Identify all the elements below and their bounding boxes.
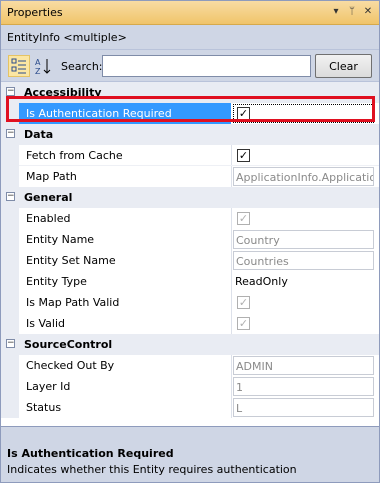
property-row-entity-type[interactable]: Entity Type ReadOnly [1,271,379,292]
property-name: Is Map Path Valid [26,296,120,309]
column-divider [231,250,232,271]
property-row-is-authentication-required[interactable]: Is Authentication Required ✓ [1,103,379,124]
column-divider [231,376,232,397]
property-grid: − Accessibility Is Authentication Requir… [1,81,379,426]
column-divider [231,229,232,250]
property-name: Checked Out By [26,359,115,372]
category-label: Data [24,128,54,141]
checkbox: ✓ [237,296,250,309]
property-row-map-path[interactable]: Map Path ApplicationInfo.Applicatio [1,166,379,187]
property-row-status[interactable]: Status L [1,397,379,418]
column-divider [231,271,232,292]
column-divider [231,313,232,334]
property-row-checked-out-by[interactable]: Checked Out By ADMIN [1,355,379,376]
property-value: ADMIN [233,356,374,375]
category-accessibility[interactable]: − Accessibility [1,82,379,103]
title-bar: Properties ▾ ᛘ ✕ [1,1,379,25]
collapse-icon[interactable]: − [6,339,15,348]
alphabetical-view-button[interactable]: A Z [32,55,54,77]
object-selector[interactable]: EntityInfo <multiple> [1,25,379,49]
collapse-icon[interactable]: − [6,192,15,201]
row-gutter [1,397,19,418]
close-icon[interactable]: ✕ [361,5,375,19]
row-gutter [1,376,19,397]
property-row-enabled[interactable]: Enabled ✓ [1,208,379,229]
property-name: Layer Id [26,380,71,393]
search-input[interactable] [102,55,311,77]
collapse-icon[interactable]: − [6,129,15,138]
row-gutter [1,271,19,292]
row-gutter [1,208,19,229]
property-name: Entity Name [26,233,95,246]
column-divider [231,292,232,313]
toolbar: A Z Search: Clear [1,49,379,81]
description-pane: Is Authentication Required Indicates whe… [1,426,379,482]
property-value[interactable]: ReadOnly [233,272,374,291]
description-title: Is Authentication Required [7,447,174,460]
column-divider [231,397,232,418]
search-label: Search: [61,60,103,73]
property-name: Enabled [26,212,71,225]
row-gutter [1,103,19,124]
svg-text:Z: Z [35,67,41,76]
row-gutter [1,355,19,376]
property-name: Map Path [26,170,77,183]
svg-text:A: A [35,58,41,67]
categorized-icon [11,58,26,74]
column-divider [231,166,232,187]
property-name: Entity Type [26,275,87,288]
dropdown-icon[interactable]: ▾ [329,5,343,19]
pin-icon[interactable]: ᛘ [345,5,359,19]
property-row-fetch-from-cache[interactable]: Fetch from Cache ✓ [1,145,379,166]
property-row-entity-name[interactable]: Entity Name Country [1,229,379,250]
window-title: Properties [7,6,63,19]
property-name: Is Authentication Required [26,107,172,120]
checkbox[interactable]: ✓ [237,107,250,120]
property-name: Entity Set Name [26,254,116,267]
category-label: SourceControl [24,338,113,351]
property-row-is-map-path-valid[interactable]: Is Map Path Valid ✓ [1,292,379,313]
property-value: L [233,398,374,417]
object-name: EntityInfo <multiple> [7,31,127,44]
category-general[interactable]: − General [1,187,379,208]
row-gutter [1,250,19,271]
column-divider [231,355,232,376]
property-name: Status [26,401,62,414]
property-row-is-valid[interactable]: Is Valid ✓ [1,313,379,334]
description-text: Indicates whether this Entity requires a… [7,463,297,476]
categorized-view-button[interactable] [8,55,30,77]
property-value: Country [233,230,374,249]
property-name: Is Valid [26,317,65,330]
checkbox[interactable]: ✓ [237,149,250,162]
property-row-entity-set-name[interactable]: Entity Set Name Countries [1,250,379,271]
property-value: ApplicationInfo.Applicatio [233,167,374,186]
checkbox: ✓ [237,212,250,225]
category-label: Accessibility [24,86,102,99]
focus-box [233,104,374,123]
category-label: General [24,191,73,204]
property-value: Countries [233,251,374,270]
row-gutter [1,229,19,250]
row-gutter [1,145,19,166]
column-divider [231,208,232,229]
category-sourcecontrol[interactable]: − SourceControl [1,334,379,355]
checkbox: ✓ [237,317,250,330]
row-gutter [1,313,19,334]
category-data[interactable]: − Data [1,124,379,145]
column-divider [231,145,232,166]
collapse-icon[interactable]: − [6,87,15,96]
row-gutter [1,166,19,187]
row-gutter [1,292,19,313]
sort-alpha-icon: A Z [35,58,51,76]
clear-button[interactable]: Clear [315,54,372,78]
property-name: Fetch from Cache [26,149,123,162]
property-value: 1 [233,377,374,396]
properties-window: Properties ▾ ᛘ ✕ EntityInfo <multiple> A… [0,0,380,483]
property-row-layer-id[interactable]: Layer Id 1 [1,376,379,397]
